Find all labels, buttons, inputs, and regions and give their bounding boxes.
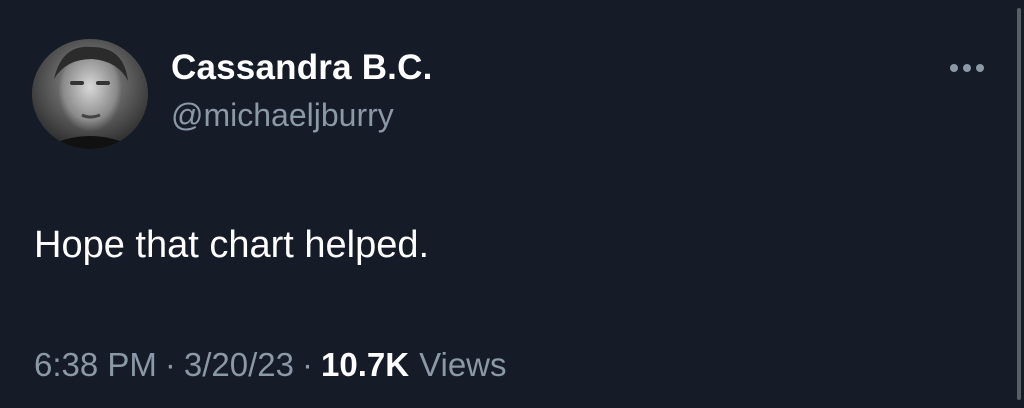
display-name[interactable]: Cassandra B.C. xyxy=(171,48,433,88)
tweet-meta: 6:38 PM · 3/20/23 · 10.7K Views xyxy=(34,345,507,385)
username-handle[interactable]: @michaeljburry xyxy=(171,95,433,135)
scrollbar[interactable] xyxy=(1017,8,1021,400)
avatar-portrait xyxy=(32,39,148,149)
meta-separator: · xyxy=(164,346,176,383)
meta-separator: · xyxy=(302,346,314,383)
tweet-time[interactable]: 6:38 PM xyxy=(34,346,157,383)
tweet-date[interactable]: 3/20/23 xyxy=(184,346,294,383)
more-horizontal-icon xyxy=(950,64,984,72)
views-count[interactable]: 10.7K xyxy=(321,346,419,383)
author-block: Cassandra B.C. @michaeljburry xyxy=(171,48,433,135)
tweet-text: Hope that chart helped. xyxy=(34,224,430,266)
views-label[interactable]: Views xyxy=(419,346,506,383)
tweet-card: Cassandra B.C. @michaeljburry Hope that … xyxy=(0,0,1024,408)
avatar[interactable] xyxy=(32,39,148,149)
more-options-button[interactable] xyxy=(948,58,988,78)
